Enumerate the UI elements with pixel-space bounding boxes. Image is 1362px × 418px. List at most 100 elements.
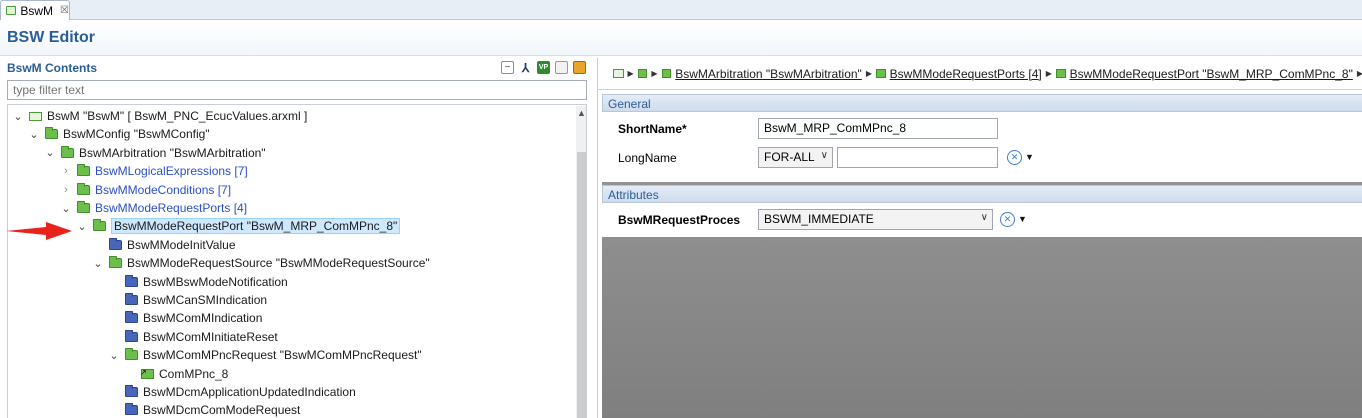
collapse-all-icon[interactable]: − — [501, 61, 514, 74]
tree-node[interactable]: ⌄ BswMArbitration "BswMArbitration" — [44, 144, 266, 162]
tree-node-label: BswMComMInitiateReset — [143, 329, 278, 344]
breadcrumb-request-port[interactable]: BswMModeRequestPort "BswM_MRP_ComMPnc_8" — [1070, 67, 1353, 81]
tree-node-label: BswMComMPncRequest "BswMComMPncRequest" — [143, 348, 422, 363]
tree-node[interactable]: ⌄ BswMModeRequestPorts [4] — [60, 199, 247, 217]
expand-toggle-icon[interactable]: ⌄ — [44, 146, 56, 159]
expand-toggle-icon[interactable]: ⌄ — [12, 110, 24, 123]
breadcrumb-separator-icon[interactable]: ▶ — [1046, 69, 1052, 78]
tree-node[interactable]: BswMDcmComModeRequest — [108, 401, 300, 418]
reset-value-icon[interactable]: ✕ — [1007, 150, 1022, 165]
expand-toggle-icon[interactable]: ⌄ — [108, 349, 120, 362]
breadcrumb-separator-icon[interactable]: ▶ — [651, 69, 657, 78]
attributes-section-title: Attributes — [608, 188, 659, 202]
tree-node[interactable]: BswMModeInitValue — [92, 236, 236, 254]
chevron-down-icon: ∨ — [820, 150, 828, 161]
tree-node-label: BswMConfig "BswMConfig" — [63, 127, 210, 142]
request-process-label: BswMRequestProces — [618, 213, 741, 227]
table-view-icon[interactable] — [573, 61, 586, 74]
tree-node[interactable]: ⌄ BswMComMPncRequest "BswMComMPncRequest" — [108, 346, 422, 364]
general-section: ShortName* BswM_MRP_ComMPnc_8 LongName F… — [602, 112, 1362, 182]
breadcrumb-folder-icon[interactable] — [637, 69, 648, 78]
container-folder-icon — [61, 145, 74, 158]
tree-node[interactable]: BswMCanSMIndication — [108, 291, 267, 309]
longname-language-value: FOR-ALL — [764, 150, 815, 164]
breadcrumb: ▶ ▶ BswMArbitration "BswMArbitration" ▶ … — [598, 58, 1362, 90]
tree-node[interactable]: ⌄ BswM "BswM" [ BswM_PNC_EcucValues.arxml… — [12, 107, 307, 125]
parameter-folder-icon — [125, 403, 138, 416]
parameter-folder-icon — [125, 385, 138, 397]
longname-label: LongName — [618, 151, 677, 165]
tab-label: BswM — [20, 3, 54, 18]
shortname-label: ShortName* — [618, 122, 687, 136]
form-area: General ShortName* BswM_MRP_ComMPnc_8 Lo… — [602, 94, 1362, 418]
shortname-field[interactable]: BswM_MRP_ComMPnc_8 — [758, 118, 998, 139]
tree-scrollbar[interactable]: ▲ — [576, 106, 586, 418]
folder-icon — [661, 69, 672, 78]
tree-node-label: BswMModeRequestPort "BswM_MRP_ComMPnc_8" — [111, 218, 401, 235]
expand-toggle-icon[interactable]: ⌄ — [28, 128, 40, 141]
breadcrumb-arbitration[interactable]: BswMArbitration "BswMArbitration" — [675, 67, 862, 81]
tab-bswm[interactable]: BswM ☒ — [0, 0, 70, 20]
document-icon[interactable] — [555, 61, 568, 74]
parameter-folder-icon — [109, 237, 122, 250]
annotation-arrow-icon — [6, 222, 72, 240]
expand-toggle-icon[interactable]: ⌄ — [76, 220, 88, 233]
tree-node[interactable]: BswMBswModeNotification — [108, 273, 288, 291]
tree-node[interactable]: ⌄ BswMModeRequestSource "BswMModeRequestS… — [92, 254, 430, 272]
container-folder-icon — [45, 127, 58, 140]
breadcrumb-separator-icon[interactable]: ▶ — [1357, 69, 1362, 78]
tree-node-label: BswMModeRequestSource "BswMModeRequestSo… — [127, 256, 430, 271]
tree-node[interactable]: ComMPnc_8 — [124, 365, 228, 383]
attributes-section: BswMRequestProces BSWM_IMMEDIATE ∨ ✕ ▼ — [602, 203, 1362, 237]
container-folder-icon — [77, 201, 90, 213]
collapsed-toggle-icon[interactable]: › — [60, 165, 72, 177]
folder-icon — [1055, 69, 1066, 78]
dropdown-menu-icon[interactable]: ▼ — [1018, 214, 1027, 224]
dropdown-menu-icon[interactable]: ▼ — [1025, 152, 1034, 162]
longname-field[interactable] — [837, 147, 998, 168]
tree-node-label: BswMModeInitValue — [127, 237, 236, 252]
link-with-editor-icon[interactable]: ⅄ — [519, 61, 532, 75]
container-folder-icon — [77, 164, 90, 177]
breadcrumb-separator-icon[interactable]: ▶ — [628, 69, 634, 78]
breadcrumb-root-icon[interactable] — [613, 69, 624, 78]
filter-input[interactable] — [7, 80, 587, 100]
request-process-value: BSWM_IMMEDIATE — [764, 212, 874, 226]
properties-panel: ▶ ▶ BswMArbitration "BswMArbitration" ▶ … — [597, 58, 1362, 418]
expand-toggle-icon[interactable]: ⌄ — [92, 257, 104, 270]
breadcrumb-separator-icon[interactable]: ▶ — [866, 69, 872, 78]
editor-file-icon — [6, 6, 17, 15]
tree-node-label: BswMDcmComModeRequest — [143, 403, 301, 418]
variant-filter-icon[interactable]: VP — [537, 61, 550, 74]
contents-toolbar: − ⅄ VP — [501, 61, 586, 75]
tree-node-label: BswMDcmApplicationUpdatedIndication — [143, 385, 356, 399]
collapsed-toggle-icon[interactable]: › — [60, 184, 72, 196]
tree-node[interactable]: BswMComMIndication — [108, 309, 262, 327]
parameter-folder-icon — [125, 274, 138, 287]
general-section-header[interactable]: General — [602, 94, 1362, 112]
general-section-title: General — [608, 97, 651, 111]
breadcrumb-request-ports[interactable]: BswMModeRequestPorts [4] — [890, 67, 1042, 81]
scroll-up-icon[interactable]: ▲ — [576, 108, 586, 118]
attributes-section-header[interactable]: Attributes — [602, 185, 1362, 203]
contents-tree[interactable]: ⌄ BswM "BswM" [ BswM_PNC_EcucValues.arxml… — [7, 104, 587, 418]
tree-node[interactable]: › BswMModeConditions [7] — [60, 181, 231, 199]
longname-language-select[interactable]: FOR-ALL ∨ — [758, 147, 833, 168]
close-tab-icon[interactable]: ☒ — [60, 5, 69, 16]
tree-node[interactable]: BswMDcmApplicationUpdatedIndication — [108, 383, 356, 401]
tree-node-label: BswMBswModeNotification — [143, 274, 288, 289]
reference-icon — [140, 368, 154, 379]
tree-node[interactable]: ⌄ BswMConfig "BswMConfig" — [28, 125, 210, 143]
tree-node-label: BswMArbitration "BswMArbitration" — [79, 145, 266, 160]
parameter-folder-icon — [125, 329, 138, 342]
contents-title: BswM Contents — [7, 61, 97, 75]
reset-value-icon[interactable]: ✕ — [1000, 212, 1015, 227]
scrollbar-thumb[interactable] — [577, 152, 586, 418]
tree-node[interactable]: BswMComMInitiateReset — [108, 328, 278, 346]
tree-node-label: BswMModeConditions [7] — [95, 182, 232, 197]
folder-icon — [875, 69, 886, 78]
tree-node[interactable]: › BswMLogicalExpressions [7] — [60, 162, 248, 180]
request-process-select[interactable]: BSWM_IMMEDIATE ∨ — [758, 209, 993, 230]
expand-toggle-icon[interactable]: ⌄ — [60, 202, 72, 215]
tree-node[interactable]: ⌄ BswMModeRequestPort "BswM_MRP_ComMPnc_8… — [76, 217, 401, 235]
